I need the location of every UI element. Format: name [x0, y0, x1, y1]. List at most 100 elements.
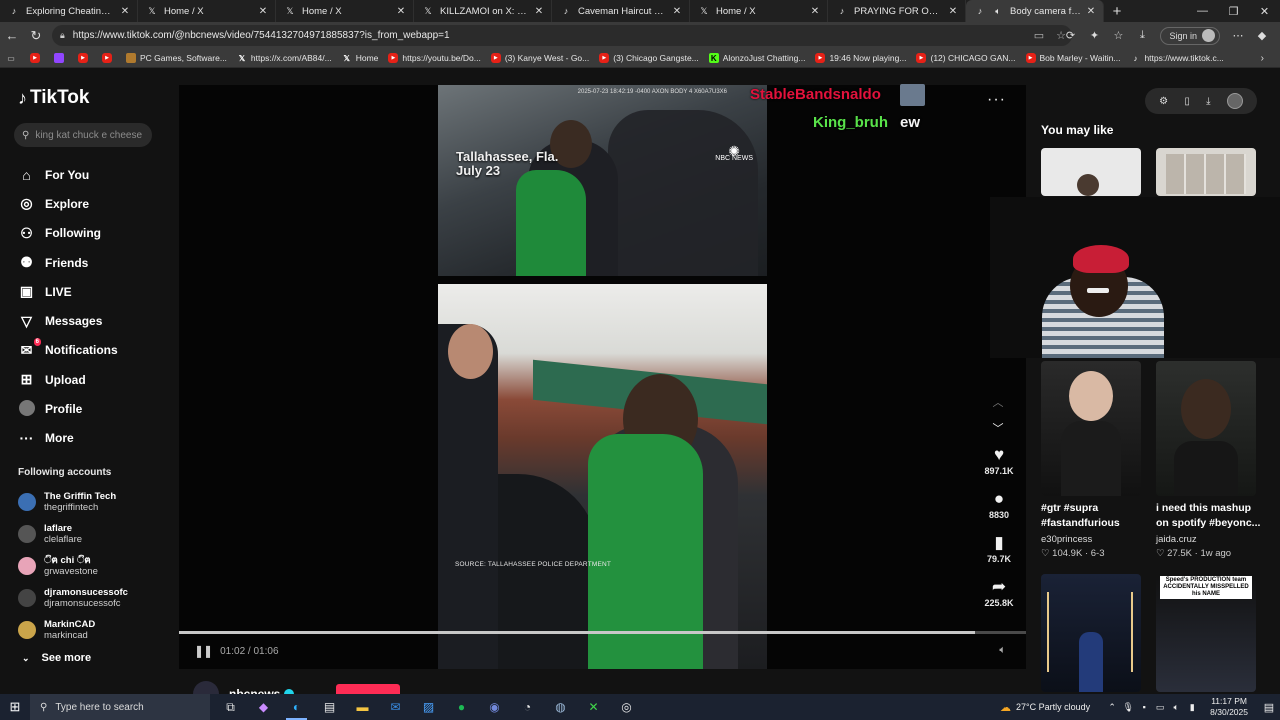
video-thumbnail[interactable]: [1156, 148, 1256, 196]
more-options-icon[interactable]: ···: [987, 91, 1006, 109]
browser-tab[interactable]: ♪ Caveman Haircut Fiasco: A ✕: [552, 0, 690, 22]
browser-tab[interactable]: 𝕏 KILLZAMOI on X: "omg htt ✕: [414, 0, 552, 22]
nav-friends[interactable]: ⚉ Friends: [18, 248, 118, 277]
close-window-icon[interactable]: ✕: [1249, 0, 1280, 22]
bookmark[interactable]: K AlonzoJust Chatting...: [708, 53, 805, 63]
video-author[interactable]: e30princess: [1041, 534, 1092, 545]
video-thumbnail[interactable]: Speed's PRODUCTION team ACCIDENTALLY MIS…: [1156, 574, 1256, 692]
reload-icon[interactable]: ↻: [24, 24, 48, 48]
close-icon[interactable]: ✕: [533, 6, 545, 17]
following-account[interactable]: ිฅ chi ිฅ grwavestone: [18, 550, 128, 582]
share-button[interactable]: ➦ 225.8K: [975, 576, 1023, 620]
menu-dots-icon[interactable]: ⋯: [1226, 29, 1250, 42]
close-icon[interactable]: ✕: [671, 6, 683, 17]
bookmark[interactable]: PC Games, Software...: [126, 53, 227, 63]
url-text[interactable]: https://www.tiktok.com/@nbcnews/video/75…: [73, 30, 1028, 41]
following-account[interactable]: The Griffin Tech thegriffintech: [18, 486, 128, 518]
like-button[interactable]: ♥ 897.1K: [975, 444, 1023, 488]
bookmark[interactable]: ▶: [30, 53, 44, 63]
nav-messages[interactable]: ▽ Messages: [18, 306, 118, 335]
nav-for-you[interactable]: ⌂ For You: [18, 160, 118, 189]
photos-icon[interactable]: ▨: [412, 694, 445, 720]
obs-icon[interactable]: ◎: [610, 694, 643, 720]
new-tab-button[interactable]: +: [1104, 0, 1130, 22]
close-icon[interactable]: ✕: [809, 6, 821, 17]
nav-live[interactable]: ▣ LIVE: [18, 277, 118, 306]
tiktok-logo[interactable]: ♪ TikTok: [18, 87, 89, 109]
browser-tab[interactable]: 𝕏 Home / X ✕: [138, 0, 276, 22]
close-icon[interactable]: ✕: [947, 6, 959, 17]
bookmark[interactable]: ▶ (3) Chicago Gangste...: [599, 53, 699, 63]
reader-icon[interactable]: ▭: [1028, 29, 1050, 42]
video-thumbnail[interactable]: [1156, 361, 1256, 496]
nav-more[interactable]: ··· More: [18, 424, 118, 453]
windows-start-icon[interactable]: ⊞: [0, 694, 30, 720]
gear-icon[interactable]: ⚙: [1159, 96, 1168, 107]
speaker-icon[interactable]: 🔈︎: [992, 5, 1004, 17]
comment-button[interactable]: ● 8830: [975, 488, 1023, 532]
battery-icon[interactable]: ▮: [1184, 702, 1200, 713]
see-more-button[interactable]: ⌄ See more: [22, 652, 91, 664]
bookmarks-folder-icon[interactable]: ▭: [6, 53, 20, 63]
close-icon[interactable]: ✕: [1085, 6, 1097, 17]
browser-tab-active[interactable]: ♪ 🔈︎ Body camera footage ✕: [966, 0, 1104, 22]
discord-icon[interactable]: ◉: [478, 694, 511, 720]
downloads-icon[interactable]: ⤓: [1130, 29, 1154, 42]
bookmark[interactable]: ▶ (12) CHICAGO GAN...: [916, 53, 1016, 63]
extensions-icon[interactable]: ⟳: [1058, 29, 1082, 42]
phone-icon[interactable]: ▯: [1184, 96, 1190, 107]
video-progress-bar[interactable]: [179, 631, 1026, 634]
browser-tab[interactable]: ♪ Exploring Cheating in Bible ✕: [0, 0, 138, 22]
app-icon[interactable]: ◔: [511, 694, 544, 720]
browser-tab[interactable]: 𝕏 Home / X ✕: [690, 0, 828, 22]
outlook-icon[interactable]: ✉: [379, 694, 412, 720]
puzzle-icon[interactable]: ✦: [1082, 29, 1106, 42]
sign-in-button[interactable]: Sign in: [1160, 26, 1220, 45]
download-icon[interactable]: ⤓: [1206, 96, 1210, 107]
browser-tab[interactable]: 𝕏 Home / X ✕: [276, 0, 414, 22]
nav-profile[interactable]: Profile: [18, 394, 118, 423]
copilot-icon[interactable]: ◆: [247, 694, 280, 720]
nav-following[interactable]: ⚇ Following: [18, 219, 118, 248]
close-icon[interactable]: ✕: [395, 6, 407, 17]
chevron-up-icon[interactable]: ︿: [990, 390, 1006, 416]
bookmark[interactable]: ▶ Bob Marley - Waitin...: [1025, 53, 1120, 63]
lock-icon[interactable]: 🔒︎: [60, 30, 65, 41]
system-clock[interactable]: 11:17 PM 8/30/2025: [1210, 696, 1248, 718]
copilot-icon[interactable]: ◆: [1250, 29, 1274, 42]
weather-widget[interactable]: ☁ 27°C Partly cloudy: [1000, 701, 1090, 714]
video-title[interactable]: i need this mashup on spotify #beyonc...: [1156, 501, 1266, 531]
network-icon[interactable]: ▭: [1152, 702, 1168, 713]
bookmark[interactable]: ▶: [78, 53, 92, 63]
video-player[interactable]: 2025-07-23 18:42:19 -0400 AXON BODY 4 X6…: [179, 85, 1026, 669]
volume-icon[interactable]: 🔈︎: [999, 644, 1006, 657]
browser-tab[interactable]: ♪ PRAYING FOR OUR LITTLE ✕: [828, 0, 966, 22]
close-icon[interactable]: ✕: [257, 6, 269, 17]
restore-icon[interactable]: ❐: [1218, 0, 1249, 22]
chevron-right-icon[interactable]: ›: [1261, 53, 1264, 64]
search-input[interactable]: ⚲ king kat chuck e cheese: [14, 123, 152, 147]
back-icon[interactable]: ←: [0, 24, 24, 48]
steam-icon[interactable]: ◍: [544, 694, 577, 720]
bookmark[interactable]: ▶ 19:46 Now playing...: [815, 53, 906, 63]
following-account[interactable]: djramonsucessofc djramonsucessofc: [18, 582, 128, 614]
store-icon[interactable]: ▤: [313, 694, 346, 720]
microphone-icon[interactable]: 🎙︎: [1120, 702, 1136, 713]
chevron-up-icon[interactable]: ⌃: [1104, 702, 1120, 713]
chevron-down-icon[interactable]: ﹀: [990, 416, 1006, 442]
task-view-icon[interactable]: ⧉: [214, 694, 247, 720]
video-thumbnail[interactable]: [1041, 574, 1141, 692]
bookmark[interactable]: ▶ https://youtu.be/Do...: [388, 53, 481, 63]
nav-upload[interactable]: ⊞ Upload: [18, 365, 118, 394]
file-explorer-icon[interactable]: ▬: [346, 694, 379, 720]
xbox-icon[interactable]: ✕: [577, 694, 610, 720]
bookmark[interactable]: 𝕏 Home: [342, 53, 378, 63]
video-thumbnail[interactable]: [1041, 148, 1141, 196]
pause-icon[interactable]: ❚❚: [194, 644, 213, 658]
close-icon[interactable]: ✕: [119, 6, 131, 17]
video-author[interactable]: jaida.cruz: [1156, 534, 1197, 545]
app-tray-icon[interactable]: ▪: [1136, 702, 1152, 712]
bookmark[interactable]: 𝕏https://x.com/AB84/...: [237, 53, 332, 63]
bookmark[interactable]: ▶: [102, 53, 116, 63]
volume-icon[interactable]: 🔈︎: [1168, 702, 1184, 713]
